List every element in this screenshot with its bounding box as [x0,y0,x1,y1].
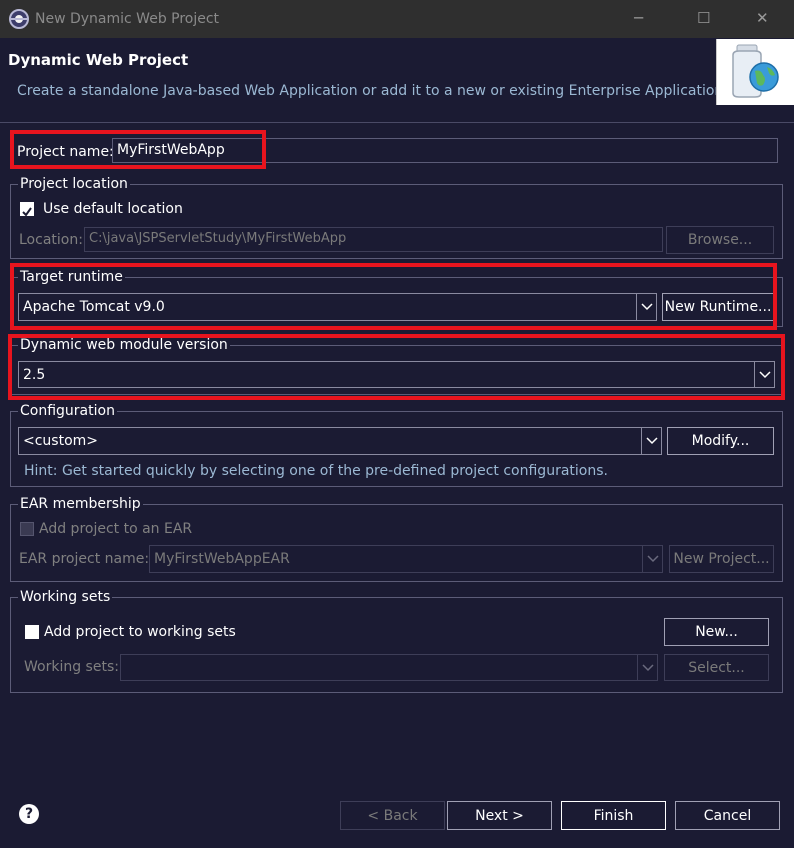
new-working-set-button[interactable]: New... [664,618,769,646]
add-to-working-sets-checkbox[interactable] [25,625,39,639]
location-input[interactable]: C:\java\JSPServletStudy\MyFirstWebApp [84,227,663,252]
chevron-down-icon [642,546,662,572]
close-button[interactable]: ✕ [756,9,769,27]
window-title: New Dynamic Web Project [35,11,220,27]
modify-button[interactable]: Modify... [667,427,774,455]
finish-button[interactable]: Finish [561,801,666,830]
highlight-project-name [10,130,266,169]
configuration-hint: Hint: Get started quickly by selecting o… [24,463,608,479]
select-working-sets-button[interactable]: Select... [664,654,769,681]
eclipse-app-icon [9,9,29,29]
working-sets-select[interactable] [120,654,658,681]
web-project-jar-globe-icon [732,44,779,98]
header-separator [0,122,794,123]
highlight-module-version [8,334,785,400]
add-to-working-sets-label[interactable]: Add project to working sets [44,624,236,640]
project-location-legend: Project location [18,176,130,192]
configuration-value: <custom> [23,433,99,449]
add-to-ear-label[interactable]: Add project to an EAR [39,521,192,537]
chevron-down-icon [641,428,661,454]
highlight-target-runtime [10,263,777,330]
configuration-select[interactable]: <custom> [18,427,662,455]
ear-project-name-select[interactable]: MyFirstWebAppEAR [149,545,663,573]
back-button[interactable]: < Back [340,801,445,830]
use-default-location-checkbox[interactable] [20,202,34,217]
ear-project-name-value: MyFirstWebAppEAR [154,551,290,567]
minimize-button[interactable]: ─ [634,9,643,27]
use-default-location-label[interactable]: Use default location [43,201,183,217]
configuration-legend: Configuration [18,403,117,419]
ear-project-name-label: EAR project name: [19,551,150,567]
new-ear-project-button[interactable]: New Project... [669,545,774,573]
window-titlebar: New Dynamic Web Project ─ ☐ ✕ [0,0,794,38]
chevron-down-icon [637,655,657,680]
browse-button[interactable]: Browse... [666,226,774,254]
maximize-button[interactable]: ☐ [697,9,710,27]
next-button[interactable]: Next > [447,801,552,830]
working-sets-legend: Working sets [18,589,113,605]
add-to-ear-checkbox[interactable] [20,522,34,536]
page-title: Dynamic Web Project [8,51,189,69]
page-description: Create a standalone Java-based Web Appli… [17,83,728,99]
wizard-banner-image [716,39,794,105]
help-icon[interactable]: ? [19,804,39,824]
working-sets-label: Working sets: [24,659,119,675]
ear-membership-legend: EAR membership [18,496,143,512]
cancel-button[interactable]: Cancel [675,801,780,830]
location-label: Location: [19,232,83,248]
checkmark-icon [22,207,32,217]
